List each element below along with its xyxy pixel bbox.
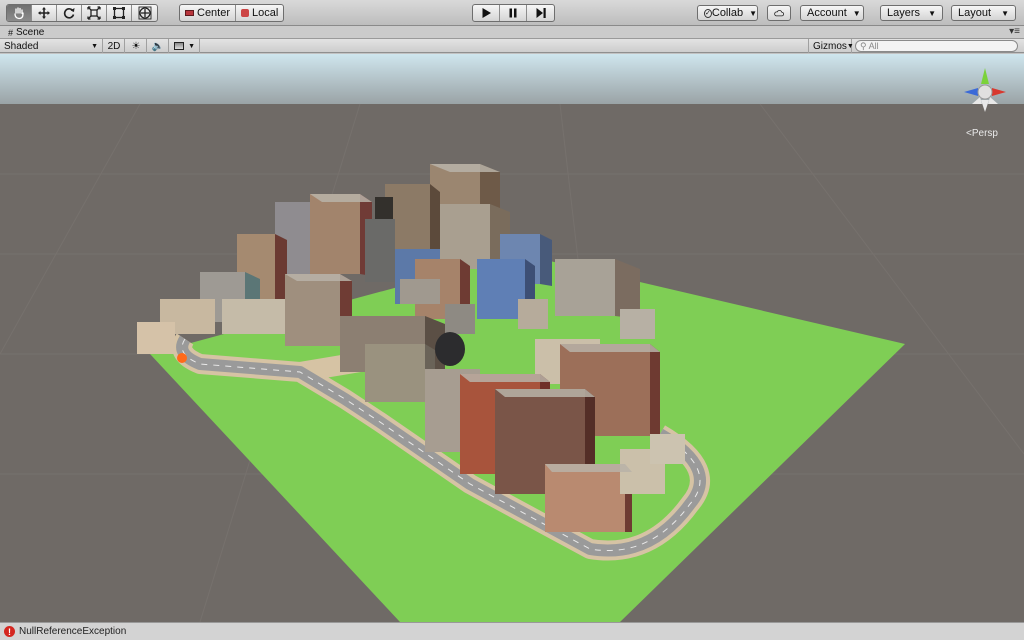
- step-icon: [536, 8, 546, 18]
- step-button[interactable]: [527, 5, 554, 21]
- shading-mode-label: Shaded: [4, 40, 39, 52]
- scene-viewport[interactable]: <Persp: [0, 54, 1024, 622]
- scale-tool-button[interactable]: [82, 5, 107, 21]
- pause-icon: [509, 8, 517, 18]
- playback-controls: [472, 4, 555, 22]
- play-icon: [482, 8, 491, 18]
- account-label: Account: [807, 7, 847, 19]
- scene-audio-button[interactable]: 🔈: [148, 39, 169, 53]
- play-button[interactable]: [473, 5, 500, 21]
- y-axis-icon: [981, 68, 989, 84]
- pivot-center-button[interactable]: Center: [180, 5, 237, 21]
- cloud-services-button[interactable]: [767, 5, 791, 21]
- orientation-gizmo[interactable]: [960, 66, 1010, 126]
- gizmos-label: Gizmos: [813, 40, 847, 52]
- chevron-down-icon: ▼: [1001, 8, 1009, 18]
- rect-icon: [113, 7, 125, 19]
- toggle-2d-label: 2D: [107, 40, 121, 52]
- scene-search-field[interactable]: ⚲ All: [855, 40, 1018, 52]
- collab-check-icon: ✓: [704, 8, 712, 18]
- account-dropdown[interactable]: Account ▼: [800, 5, 864, 21]
- collab-dropdown[interactable]: ✓ Collab ▼: [697, 5, 758, 21]
- transform-tool-button[interactable]: [132, 5, 157, 21]
- scene-tab-bar: # Scene ▾≡: [0, 26, 1024, 39]
- chevron-down-icon: ▼: [852, 8, 861, 18]
- projection-label[interactable]: <Persp: [966, 128, 998, 139]
- image-icon: [174, 42, 184, 50]
- pivot-local-label: Local: [252, 7, 279, 19]
- rotate-icon: [63, 8, 75, 19]
- tab-menu-icon[interactable]: ▾≡: [1009, 26, 1020, 37]
- move-icon: [38, 7, 50, 19]
- layout-dropdown[interactable]: Layout ▼: [951, 5, 1016, 21]
- layers-label: Layers: [887, 7, 921, 19]
- transform-icon: [138, 6, 151, 20]
- hand-icon: [14, 7, 24, 20]
- tab-scene-label: Scene: [16, 27, 45, 38]
- transform-tools: [6, 4, 158, 22]
- scale-icon: [87, 6, 101, 20]
- local-cube-icon: [241, 9, 250, 17]
- move-tool-button[interactable]: [32, 5, 57, 21]
- console-status-bar[interactable]: ! NullReferenceException: [0, 622, 1024, 640]
- scene-control-bar: Shaded ▼ 2D ☀ 🔈 ▼ Gizmos ▼ ⚲ All: [0, 39, 1024, 53]
- projection-label-text: Persp: [971, 128, 998, 139]
- cloud-icon: [774, 10, 784, 17]
- pause-button[interactable]: [500, 5, 527, 21]
- z-axis-icon: [964, 88, 978, 96]
- city-scene-render: [0, 54, 1024, 622]
- rotate-tool-button[interactable]: [57, 5, 82, 21]
- unity-editor-window: Center Local ✓ Collab ▼ Account ▼ Layers…: [0, 0, 1024, 640]
- hand-tool-button[interactable]: [7, 5, 32, 21]
- toggle-2d-button[interactable]: 2D: [104, 39, 125, 53]
- scene-effects-dropdown[interactable]: ▼: [170, 39, 200, 53]
- scene-search-placeholder: All: [868, 41, 879, 51]
- x-axis-icon: [992, 88, 1006, 96]
- pivot-local-button[interactable]: Local: [236, 5, 283, 21]
- chevron-down-icon: ▼: [91, 42, 98, 50]
- chevron-down-icon: ▼: [928, 8, 936, 18]
- chevron-down-icon: ▼: [749, 8, 757, 18]
- layout-label: Layout: [958, 7, 992, 19]
- collab-label: Collab: [711, 7, 744, 19]
- grid-icon: #: [8, 27, 14, 38]
- search-icon: ⚲: [860, 40, 867, 51]
- error-icon: !: [4, 626, 15, 637]
- layers-dropdown[interactable]: Layers ▼: [880, 5, 943, 21]
- rect-tool-button[interactable]: [107, 5, 132, 21]
- gorilla-model: [435, 332, 465, 366]
- pivot-toggle-group: Center Local: [179, 4, 285, 22]
- pivot-center-label: Center: [197, 7, 231, 19]
- status-message: NullReferenceException: [19, 626, 127, 637]
- gizmos-dropdown[interactable]: Gizmos ▼: [808, 39, 854, 53]
- main-toolbar: Center Local ✓ Collab ▼ Account ▼ Layers…: [0, 0, 1024, 26]
- tab-scene[interactable]: # Scene: [2, 26, 50, 39]
- speaker-icon: 🔈: [151, 40, 165, 52]
- sun-icon: ☀: [131, 40, 141, 52]
- pivot-center-icon: [185, 10, 194, 16]
- shading-mode-dropdown[interactable]: Shaded ▼: [0, 39, 103, 53]
- scene-lighting-button[interactable]: ☀: [126, 39, 147, 53]
- chevron-down-icon: ▼: [846, 42, 854, 50]
- chevron-down-icon: ▼: [188, 42, 195, 50]
